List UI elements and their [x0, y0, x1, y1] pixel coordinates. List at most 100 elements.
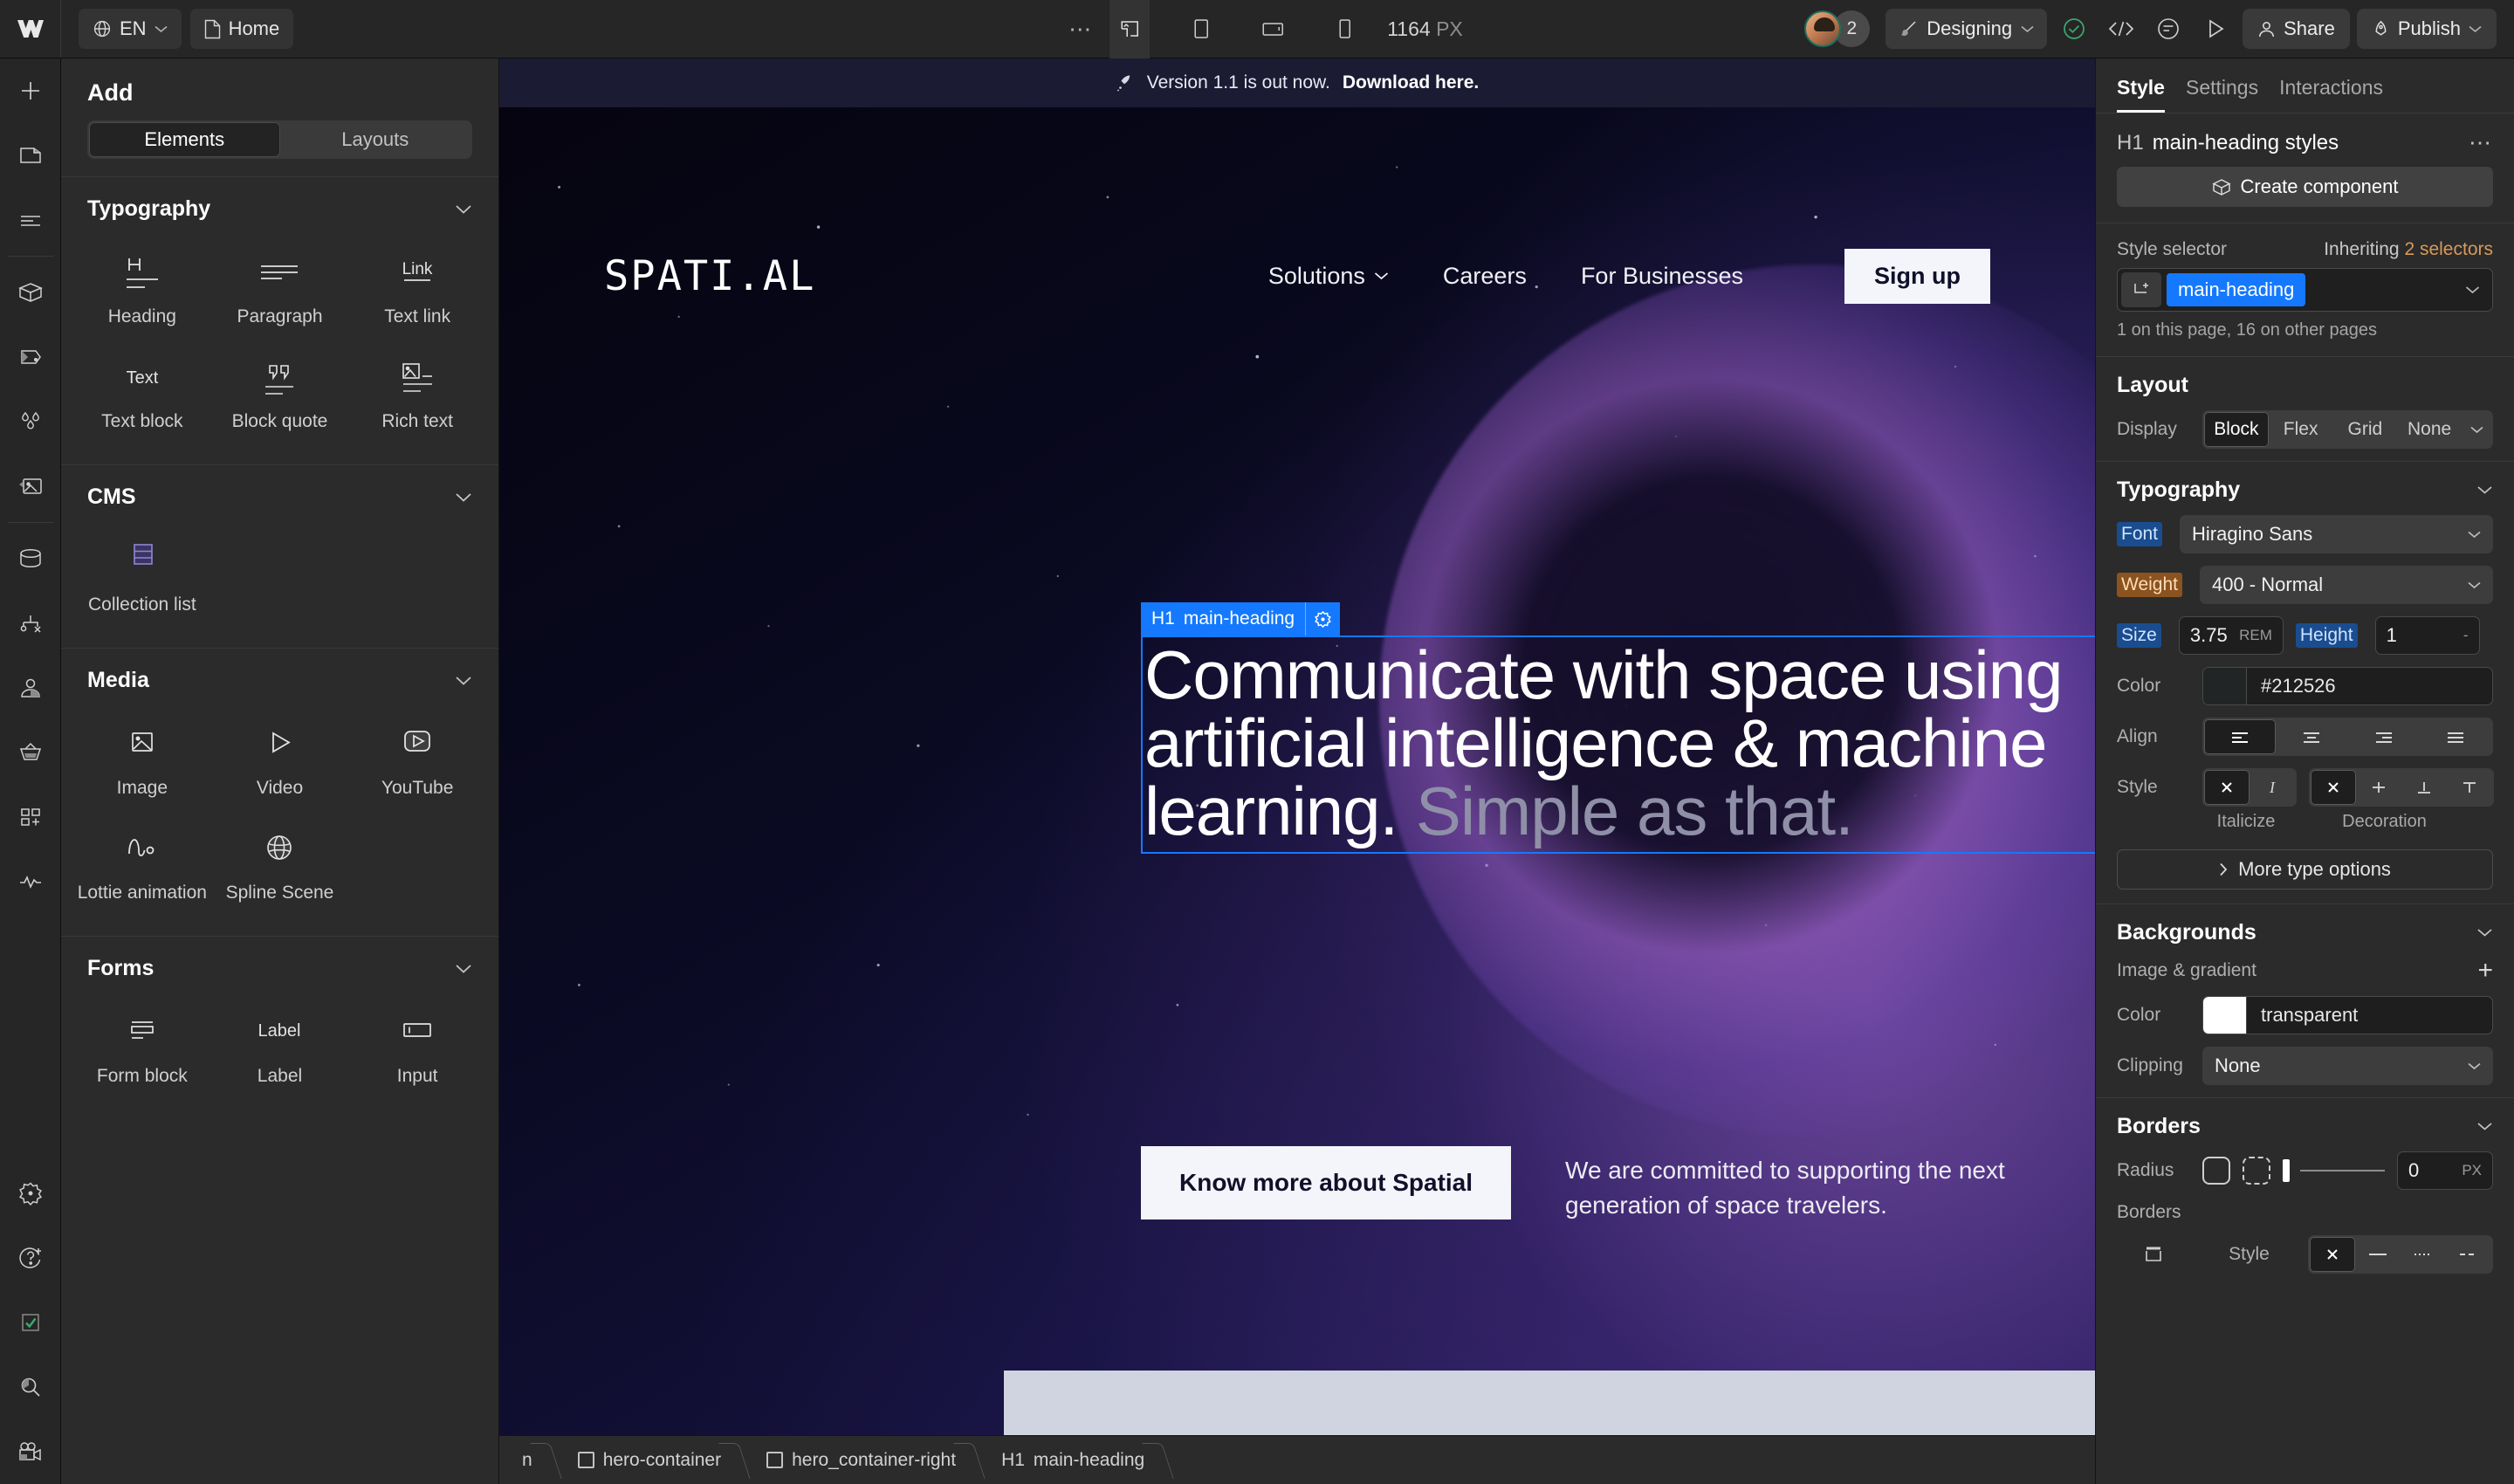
section-header-forms[interactable]: Forms: [61, 936, 498, 990]
search-icon[interactable]: [0, 1355, 61, 1419]
align-justify-icon[interactable]: [2420, 719, 2491, 754]
selector-tag[interactable]: main-heading: [2167, 273, 2305, 306]
slider-track[interactable]: [2300, 1170, 2385, 1171]
border-dotted-icon[interactable]: [2401, 1237, 2446, 1272]
chevron-down-icon[interactable]: [455, 676, 472, 686]
radius-input[interactable]: 0 PX: [2397, 1151, 2493, 1190]
text-color-field[interactable]: #212526: [2202, 667, 2493, 705]
display-option-grid[interactable]: Grid: [2333, 412, 2398, 447]
section-header-layout[interactable]: Layout: [2096, 357, 2514, 410]
border-solid-icon[interactable]: [2355, 1237, 2401, 1272]
chevron-down-icon[interactable]: [2465, 285, 2489, 294]
radius-slider[interactable]: [2283, 1151, 2385, 1190]
signup-button[interactable]: Sign up: [1844, 249, 1990, 304]
radius-individual-icon[interactable]: [2243, 1157, 2270, 1185]
breadcrumb-item-hero-container-right[interactable]: hero_container-right: [744, 1436, 979, 1484]
chevron-down-icon[interactable]: [2476, 928, 2493, 938]
tablet-icon[interactable]: [1181, 0, 1221, 58]
mode-selector[interactable]: Designing: [1886, 9, 2047, 49]
webflow-logo-icon[interactable]: [0, 0, 61, 58]
style-selector-input[interactable]: main-heading: [2117, 268, 2493, 312]
section-header-borders[interactable]: Borders: [2096, 1098, 2514, 1151]
nav-link-solutions[interactable]: Solutions: [1268, 263, 1389, 290]
more-breakpoints-icon[interactable]: ⋯: [1051, 16, 1109, 43]
navigator-icon[interactable]: [0, 188, 61, 252]
tab-elements[interactable]: Elements: [89, 122, 280, 157]
more-type-options-button[interactable]: More type options: [2117, 849, 2493, 890]
size-input[interactable]: 3.75 REM: [2179, 616, 2284, 655]
mobile-landscape-icon[interactable]: [1253, 0, 1293, 58]
variables-icon[interactable]: [0, 325, 61, 389]
breadcrumb-item-main-heading[interactable]: H1 main-heading: [979, 1436, 1167, 1484]
cube-icon[interactable]: [0, 260, 61, 325]
italic-off-icon[interactable]: [2204, 770, 2250, 805]
section-header-typography[interactable]: Typography: [2096, 462, 2514, 515]
logic-icon[interactable]: [0, 591, 61, 656]
gear-icon[interactable]: [1305, 602, 1340, 636]
plus-icon[interactable]: [0, 58, 61, 123]
section-header-backgrounds[interactable]: Backgrounds: [2096, 904, 2514, 958]
italic-on-icon[interactable]: I: [2250, 770, 2295, 805]
element-youtube[interactable]: YouTube: [348, 707, 486, 812]
weight-select[interactable]: 400 - Normal: [2200, 566, 2493, 604]
chevron-down-icon[interactable]: [455, 964, 472, 974]
strikethrough-icon[interactable]: [2356, 770, 2401, 805]
slider-handle[interactable]: [2283, 1159, 2290, 1182]
apps-icon[interactable]: [0, 785, 61, 849]
site-announcement-bar[interactable]: Version 1.1 is out now. Download here.: [499, 58, 2095, 107]
section-header-cms[interactable]: CMS: [61, 464, 498, 519]
overline-icon[interactable]: [2447, 770, 2492, 805]
plus-icon[interactable]: +: [2477, 958, 2493, 984]
avatar[interactable]: [1804, 10, 1841, 47]
tab-layouts[interactable]: Layouts: [280, 122, 471, 157]
pages-icon[interactable]: [0, 123, 61, 188]
locale-selector[interactable]: EN: [79, 9, 182, 49]
hero-heading-box[interactable]: Communicate with space using artificial …: [1141, 636, 2095, 854]
element-lottie-animation[interactable]: Lottie animation: [73, 812, 211, 917]
size-unit[interactable]: REM: [2239, 627, 2272, 644]
tab-style[interactable]: Style: [2117, 76, 2165, 113]
breadcrumb-item-truncated[interactable]: n: [499, 1436, 555, 1484]
chevron-down-icon[interactable]: [455, 492, 472, 503]
height-unit[interactable]: -: [2463, 627, 2469, 644]
element-image[interactable]: Image: [73, 707, 211, 812]
element-rich-text[interactable]: Rich text: [348, 340, 486, 445]
gear-icon[interactable]: [0, 1161, 61, 1226]
inheriting-note[interactable]: Inheriting 2 selectors: [2324, 239, 2493, 260]
element-block-quote[interactable]: Block quote: [211, 340, 349, 445]
height-input[interactable]: 1 -: [2375, 616, 2480, 655]
video-camera-icon[interactable]: [0, 1419, 61, 1484]
align-right-icon[interactable]: [2348, 719, 2420, 754]
nav-link-careers[interactable]: Careers: [1443, 263, 1527, 290]
element-paragraph[interactable]: Paragraph: [211, 236, 349, 340]
basket-icon[interactable]: [0, 720, 61, 785]
pulse-icon[interactable]: [0, 849, 61, 914]
tab-interactions[interactable]: Interactions: [2279, 76, 2383, 113]
element-form-block[interactable]: Form block: [73, 995, 211, 1100]
comment-icon[interactable]: [2148, 9, 2188, 49]
decoration-none-icon[interactable]: [2311, 770, 2356, 805]
color-swatch[interactable]: [2203, 668, 2247, 704]
know-more-button[interactable]: Know more about Spatial: [1141, 1146, 1511, 1219]
display-option-block[interactable]: Block: [2204, 412, 2269, 447]
chevron-down-icon[interactable]: [455, 204, 472, 215]
border-dashed-icon[interactable]: [2446, 1237, 2491, 1272]
chevron-down-icon[interactable]: [2462, 426, 2491, 434]
publish-button[interactable]: Publish: [2357, 9, 2497, 49]
element-collection-list[interactable]: Collection list: [73, 524, 211, 629]
collaborators[interactable]: 2: [1804, 10, 1870, 47]
align-center-icon[interactable]: [2276, 719, 2347, 754]
section-header-media[interactable]: Media: [61, 648, 498, 702]
droplets-icon[interactable]: [0, 389, 61, 454]
element-heading[interactable]: Heading: [73, 236, 211, 340]
clipping-select[interactable]: None: [2202, 1047, 2493, 1085]
element-label[interactable]: Label Label: [211, 995, 349, 1100]
radius-unit[interactable]: PX: [2462, 1162, 2482, 1179]
tab-settings[interactable]: Settings: [2186, 76, 2258, 113]
user-icon[interactable]: [0, 656, 61, 720]
border-none-icon[interactable]: [2310, 1237, 2355, 1272]
site-canvas[interactable]: Version 1.1 is out now. Download here.: [499, 58, 2095, 1435]
saved-status-icon[interactable]: [2054, 9, 2094, 49]
site-brand[interactable]: SPATI.AL: [604, 252, 815, 300]
selector-state-icon[interactable]: [2121, 272, 2161, 307]
